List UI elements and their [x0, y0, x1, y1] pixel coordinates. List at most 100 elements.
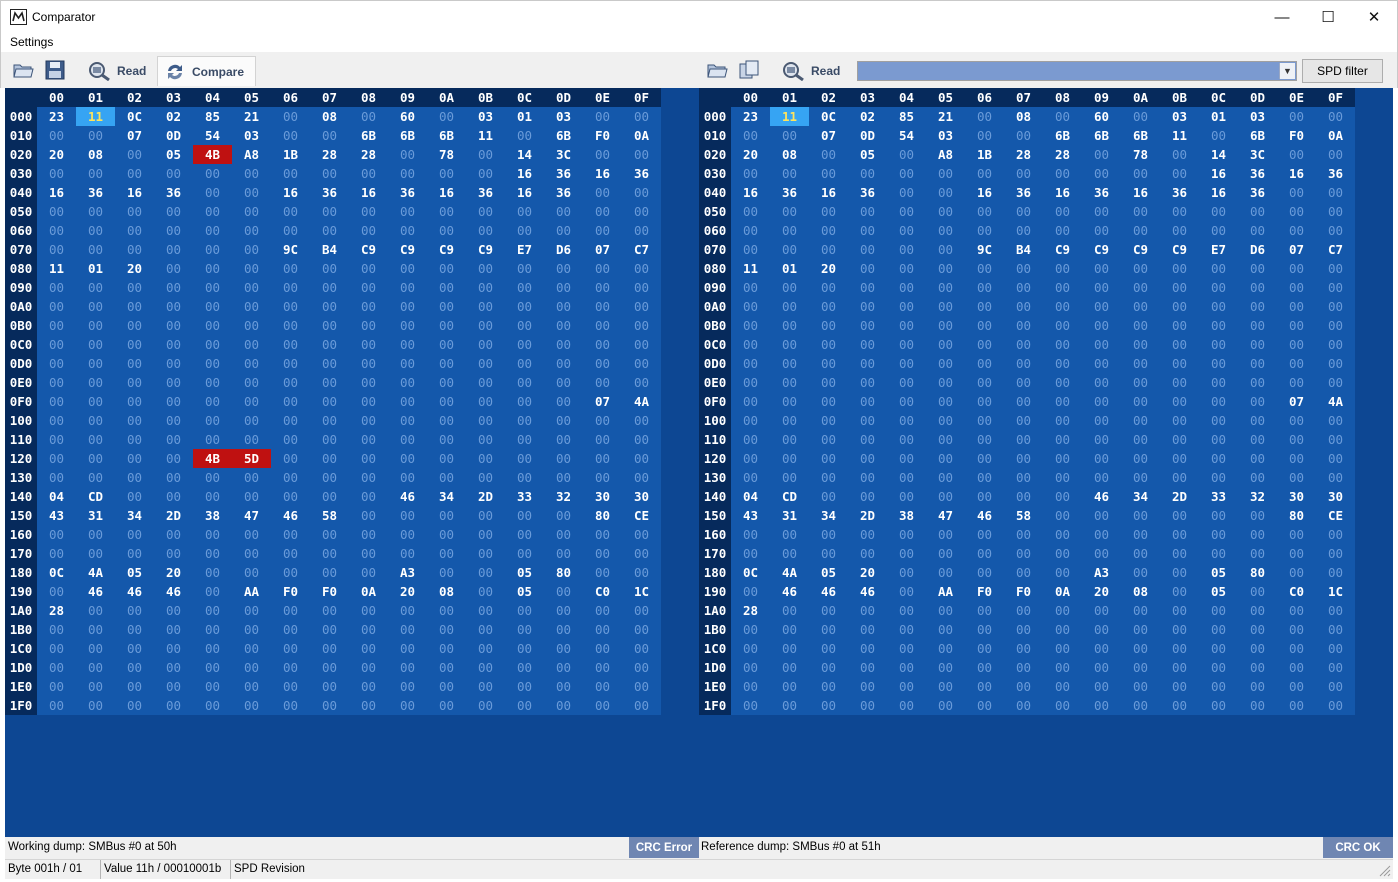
hex-byte-cell[interactable]: 00	[349, 221, 388, 240]
hex-byte-cell[interactable]: 00	[349, 601, 388, 620]
hex-byte-cell[interactable]: 00	[115, 677, 154, 696]
hex-byte-cell[interactable]: 00	[1160, 639, 1199, 658]
hex-byte-cell[interactable]: 00	[466, 468, 505, 487]
hex-byte-cell[interactable]: 00	[848, 468, 887, 487]
hex-byte-cell[interactable]: 00	[1004, 601, 1043, 620]
hex-byte-cell[interactable]: 00	[349, 164, 388, 183]
hex-byte-cell[interactable]: 00	[37, 658, 76, 677]
hex-byte-cell[interactable]: 00	[505, 316, 544, 335]
reference-dump-hex-grid[interactable]: 00 01 02 03 04 05 06 07 08 09 0A 0B 0C 0D 0E 0F 000 23 11 0…	[699, 88, 1355, 715]
hex-byte-cell[interactable]: 00	[544, 373, 583, 392]
hex-byte-cell[interactable]: 16	[965, 183, 1004, 202]
hex-byte-cell[interactable]: 00	[731, 202, 770, 221]
hex-byte-cell[interactable]: 00	[115, 468, 154, 487]
hex-byte-cell[interactable]: 00	[1160, 468, 1199, 487]
hex-byte-cell[interactable]: 00	[388, 639, 427, 658]
hex-byte-cell[interactable]: 1C	[622, 582, 661, 601]
hex-byte-cell[interactable]: 00	[115, 525, 154, 544]
hex-byte-cell[interactable]: 00	[154, 164, 193, 183]
hex-byte-cell[interactable]: 36	[154, 183, 193, 202]
hex-byte-cell[interactable]: 00	[926, 487, 965, 506]
hex-byte-cell[interactable]: 00	[1277, 658, 1316, 677]
hex-byte-cell[interactable]: 00	[388, 411, 427, 430]
hex-byte-cell[interactable]: 00	[37, 639, 76, 658]
hex-byte-cell[interactable]: 00	[926, 430, 965, 449]
hex-byte-cell[interactable]: 00	[1160, 373, 1199, 392]
hex-byte-cell[interactable]: 00	[271, 639, 310, 658]
hex-byte-cell[interactable]: 00	[271, 411, 310, 430]
hex-byte-cell[interactable]: 00	[1160, 259, 1199, 278]
hex-byte-cell[interactable]: 00	[388, 468, 427, 487]
hex-byte-cell[interactable]: 00	[349, 525, 388, 544]
hex-byte-cell[interactable]: 00	[622, 696, 661, 715]
hex-byte-cell[interactable]: 16	[1277, 164, 1316, 183]
hex-byte-cell[interactable]: 00	[965, 430, 1004, 449]
hex-byte-cell[interactable]: 00	[965, 563, 1004, 582]
hex-byte-cell[interactable]: 00	[1238, 297, 1277, 316]
hex-byte-cell[interactable]: 00	[193, 696, 232, 715]
hex-byte-cell[interactable]: 00	[1160, 411, 1199, 430]
spd-filter-button[interactable]: SPD filter	[1302, 59, 1383, 83]
hex-byte-cell[interactable]: 00	[1277, 259, 1316, 278]
hex-byte-cell[interactable]: B4	[1004, 240, 1043, 259]
hex-byte-cell[interactable]: 03	[232, 126, 271, 145]
hex-byte-cell[interactable]: 00	[232, 316, 271, 335]
hex-byte-cell[interactable]: 20	[37, 145, 76, 164]
hex-byte-cell[interactable]: 00	[1004, 164, 1043, 183]
hex-byte-cell[interactable]: 16	[1199, 164, 1238, 183]
hex-byte-cell[interactable]: 00	[271, 202, 310, 221]
hex-byte-cell[interactable]: 00	[37, 544, 76, 563]
hex-byte-cell[interactable]: 00	[1160, 544, 1199, 563]
hex-byte-cell[interactable]: 00	[427, 221, 466, 240]
hex-byte-cell[interactable]: 00	[1160, 145, 1199, 164]
hex-byte-cell[interactable]: 00	[770, 316, 809, 335]
hex-byte-cell[interactable]: 16	[809, 183, 848, 202]
hex-byte-cell[interactable]: 00	[887, 563, 926, 582]
hex-byte-cell[interactable]: 00	[37, 468, 76, 487]
hex-byte-cell[interactable]: 00	[583, 297, 622, 316]
hex-byte-cell[interactable]: 00	[544, 335, 583, 354]
hex-byte-cell[interactable]: 31	[76, 506, 115, 525]
hex-byte-cell[interactable]: 36	[770, 183, 809, 202]
hex-byte-cell[interactable]: 00	[809, 620, 848, 639]
hex-byte-cell[interactable]: 00	[349, 639, 388, 658]
hex-byte-cell[interactable]: 00	[1316, 677, 1355, 696]
hex-byte-cell[interactable]: 00	[388, 525, 427, 544]
hex-byte-cell[interactable]: 00	[965, 335, 1004, 354]
hex-byte-cell[interactable]: 00	[848, 164, 887, 183]
hex-byte-cell[interactable]: A8	[926, 145, 965, 164]
hex-byte-cell[interactable]: 00	[965, 487, 1004, 506]
hex-byte-cell[interactable]: 00	[388, 164, 427, 183]
hex-byte-cell[interactable]: 00	[848, 202, 887, 221]
hex-byte-cell[interactable]: 07	[1277, 392, 1316, 411]
hex-byte-cell[interactable]: 00	[76, 620, 115, 639]
save-disk-icon[interactable]	[44, 60, 66, 80]
hex-byte-cell[interactable]: 00	[926, 411, 965, 430]
hex-byte-cell[interactable]: 00	[193, 221, 232, 240]
hex-byte-cell[interactable]: 00	[154, 601, 193, 620]
hex-byte-cell[interactable]: 00	[1004, 658, 1043, 677]
hex-byte-cell[interactable]: 00	[622, 107, 661, 126]
hex-byte-cell[interactable]: 00	[965, 449, 1004, 468]
hex-byte-cell[interactable]: 00	[466, 601, 505, 620]
hex-byte-cell[interactable]: 00	[1004, 677, 1043, 696]
hex-byte-cell[interactable]: 00	[37, 525, 76, 544]
hex-byte-cell[interactable]: 30	[622, 487, 661, 506]
hex-byte-cell[interactable]: 00	[1238, 601, 1277, 620]
hex-byte-cell[interactable]: 11	[37, 259, 76, 278]
hex-byte-cell[interactable]: 00	[427, 278, 466, 297]
hex-byte-cell[interactable]: 00	[848, 316, 887, 335]
hex-byte-cell[interactable]: 00	[965, 639, 1004, 658]
hex-byte-cell[interactable]: 34	[115, 506, 154, 525]
hex-byte-cell[interactable]: 00	[887, 639, 926, 658]
hex-byte-cell[interactable]: 00	[1082, 620, 1121, 639]
hex-byte-cell[interactable]: 07	[583, 392, 622, 411]
hex-byte-cell[interactable]: 30	[583, 487, 622, 506]
hex-byte-cell[interactable]: 33	[505, 487, 544, 506]
hex-byte-cell[interactable]: 00	[1004, 278, 1043, 297]
hex-byte-cell[interactable]: 00	[505, 335, 544, 354]
hex-byte-cell[interactable]: 00	[1160, 620, 1199, 639]
hex-byte-cell[interactable]: 05	[1199, 582, 1238, 601]
hex-byte-cell[interactable]: 00	[622, 430, 661, 449]
hex-byte-cell[interactable]: 00	[115, 202, 154, 221]
